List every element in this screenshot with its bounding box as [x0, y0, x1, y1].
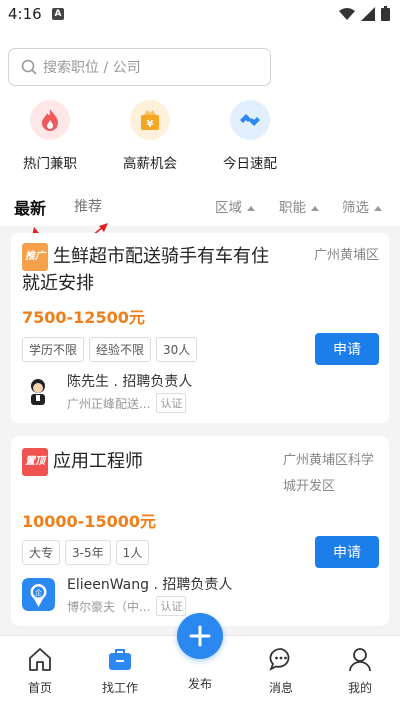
nav-messages[interactable]: 消息 [251, 646, 311, 696]
flame-icon [30, 100, 70, 140]
nav-find-job[interactable]: 找工作 [90, 646, 150, 696]
job-location: 广州黄埔区 [313, 248, 379, 263]
briefcase-icon [109, 649, 131, 670]
quick-link-hot-parttime[interactable]: 热门兼职 [5, 100, 95, 172]
triangle-icon [311, 205, 319, 211]
job-tag: 学历不限 [22, 337, 85, 362]
job-location-line2: 城开发区 [283, 479, 336, 494]
job-title: 置顶 应用工程师 [22, 448, 282, 476]
job-title-line2: 就近安排 [22, 273, 94, 294]
chat-icon [269, 648, 290, 671]
nav-profile[interactable]: 我的 [330, 646, 390, 696]
quick-link-label: 高薪机会 [123, 156, 177, 172]
status-bar: 4:16 A [0, 0, 400, 30]
company-name: 广州正峰配送... [67, 396, 151, 411]
user-icon [349, 648, 371, 672]
filter-area-label: 区域 [215, 200, 242, 216]
apply-button[interactable]: 申请 [315, 536, 379, 568]
svg-text:企: 企 [35, 588, 42, 597]
nav-home[interactable]: 首页 [10, 646, 70, 696]
top-badge: 置顶 [22, 448, 48, 476]
cell-signal-icon [361, 6, 375, 21]
nav-publish-label: 发布 [187, 677, 212, 691]
nav-profile-label: 我的 [347, 681, 372, 695]
triangle-icon [247, 205, 255, 211]
job-title-line1: 生鲜超市配送骑手有车有住 [53, 246, 269, 267]
recruiter-info: 陈先生 . 招聘负责人 广州正峰配送... 认证 [22, 371, 192, 413]
recruiter-name: 陈先生 . 招聘负责人 [67, 374, 193, 390]
filter-function-label: 职能 [279, 200, 306, 216]
recruiter-name: ElieenWang . 招聘负责人 [67, 577, 233, 593]
nav-find-job-label: 找工作 [101, 681, 138, 695]
notification-icon: A [52, 8, 64, 20]
job-location-line1: 广州黄埔区科学 [283, 453, 375, 468]
plus-icon [189, 625, 211, 647]
link-icon [230, 100, 270, 140]
verified-badge: 认证 [156, 596, 187, 616]
job-tag: 大专 [22, 540, 61, 565]
filter-more-label: 筛选 [342, 200, 369, 216]
job-card[interactable]: 置顶 应用工程师 广州黄埔区科学 城开发区 10000-15000元 大专 3-5… [11, 436, 389, 626]
apply-button[interactable]: 申请 [315, 333, 379, 365]
avatar: 企 [22, 578, 55, 611]
job-tag: 30人 [156, 337, 198, 362]
battery-icon [381, 6, 390, 21]
svg-text:¥: ¥ [147, 119, 154, 130]
recruiter-info: 企 ElieenWang . 招聘负责人 博尔豪夫（中... 认证 [22, 574, 232, 616]
quick-link-quick-match[interactable]: 今日速配 [205, 100, 295, 172]
search-icon [21, 59, 37, 75]
job-tags: 学历不限 经验不限 30人 [22, 337, 198, 362]
search-placeholder: 搜索职位 / 公司 [43, 60, 141, 76]
company-name: 博尔豪夫（中... [67, 599, 151, 614]
top-area: 4:16 A 搜索职位 / 公司 热门兼职 ¥ 高薪机会 今日速配 最新 推荐 … [0, 0, 400, 226]
filter-area[interactable]: 区域 [215, 196, 255, 216]
search-input[interactable]: 搜索职位 / 公司 [8, 48, 271, 86]
quick-link-label: 热门兼职 [23, 156, 77, 172]
job-tag: 1人 [115, 540, 150, 565]
nav-messages-label: 消息 [268, 681, 293, 695]
nav-home-label: 首页 [27, 681, 52, 695]
home-icon [29, 648, 51, 671]
publish-button[interactable] [177, 613, 223, 659]
job-card[interactable]: 推广 生鲜超市配送骑手有车有住 就近安排 广州黄埔区 7500-12500元 学历… [11, 233, 389, 423]
job-salary: 10000-15000元 [22, 512, 156, 531]
job-salary: 7500-12500元 [22, 308, 145, 327]
triangle-icon [374, 205, 382, 211]
filter-more[interactable]: 筛选 [342, 196, 382, 216]
verified-badge: 认证 [156, 393, 187, 413]
job-title: 推广 生鲜超市配送骑手有车有住 就近安排 [22, 243, 292, 297]
job-location: 广州黄埔区科学 城开发区 [283, 448, 374, 500]
job-tag: 经验不限 [89, 337, 152, 362]
quick-link-label: 今日速配 [223, 156, 277, 172]
promo-badge: 推广 [22, 243, 48, 271]
wifi-icon [339, 7, 355, 20]
job-tag: 3-5年 [65, 540, 111, 565]
moneybag-icon: ¥ [130, 100, 170, 140]
avatar [22, 375, 55, 408]
job-tags: 大专 3-5年 1人 [22, 540, 150, 565]
filter-function[interactable]: 职能 [279, 196, 319, 216]
quick-link-high-pay[interactable]: ¥ 高薪机会 [105, 100, 195, 172]
system-icons [339, 6, 390, 21]
status-time: 4:16 [8, 5, 42, 23]
job-title-line1: 应用工程师 [53, 451, 143, 472]
